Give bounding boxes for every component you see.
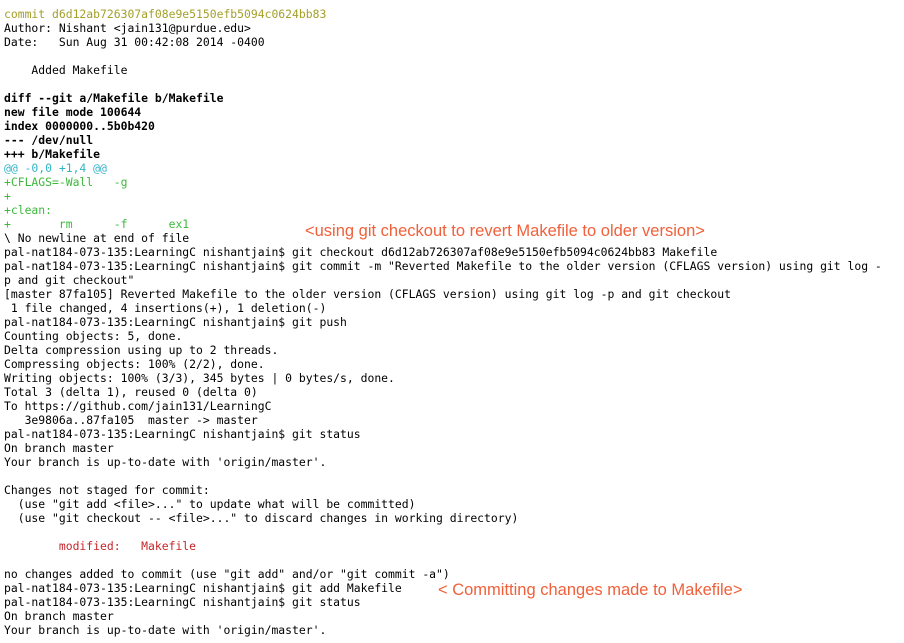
terminal-line: Changes not staged for commit: [4, 483, 210, 497]
terminal-line: [master 87fa105] Reverted Makefile to th… [4, 287, 731, 301]
terminal-line: 1 file changed, 4 insertions(+), 1 delet… [4, 301, 327, 315]
terminal-line: diff --git a/Makefile b/Makefile [4, 91, 224, 105]
terminal-line: Your branch is up-to-date with 'origin/m… [4, 455, 327, 469]
terminal-line: On branch master [4, 609, 114, 623]
terminal-line: (use "git add <file>..." to update what … [4, 497, 416, 511]
terminal-line: Delta compression using up to 2 threads. [4, 343, 279, 357]
terminal-line: modified: Makefile [4, 539, 197, 553]
terminal-window[interactable]: commit d6d12ab726307af08e9e5150efb5094c0… [0, 0, 904, 643]
terminal-line: Date: Sun Aug 31 00:42:08 2014 -0400 [4, 35, 265, 49]
terminal-line: commit d6d12ab726307af08e9e5150efb5094c0… [4, 7, 327, 21]
terminal-line: p and git checkout" [4, 273, 135, 287]
terminal-line: +clean: [4, 203, 53, 217]
terminal-line: Writing objects: 100% (3/3), 345 bytes |… [4, 371, 395, 385]
terminal-line: new file mode 100644 [4, 105, 142, 119]
terminal-line: On branch master [4, 441, 114, 455]
terminal-line: +CFLAGS=-Wall -g [4, 175, 128, 189]
terminal-line: Author: Nishant <jain131@purdue.edu> [4, 21, 251, 35]
terminal-line: pal-nat184-073-135:LearningC nishantjain… [4, 427, 361, 441]
terminal-line: pal-nat184-073-135:LearningC nishantjain… [4, 245, 718, 259]
terminal-line: 3e9806a..87fa105 master -> master [4, 413, 258, 427]
terminal-line: Counting objects: 5, done. [4, 329, 183, 343]
terminal-line: (use "git checkout -- <file>..." to disc… [4, 511, 519, 525]
terminal-line: Your branch is up-to-date with 'origin/m… [4, 623, 327, 637]
terminal-line: To https://github.com/jain131/LearningC [4, 399, 272, 413]
terminal-line: @@ -0,0 +1,4 @@ [4, 161, 107, 175]
terminal-line: +++ b/Makefile [4, 147, 101, 161]
terminal-line: --- /dev/null [4, 133, 94, 147]
terminal-line: Compressing objects: 100% (2/2), done. [4, 357, 265, 371]
terminal-line: pal-nat184-073-135:LearningC nishantjain… [4, 259, 882, 273]
terminal-line: Total 3 (delta 1), reused 0 (delta 0) [4, 385, 258, 399]
annotation-commit-note: < Committing changes made to Makefile> [438, 581, 743, 599]
terminal-line: pal-nat184-073-135:LearningC nishantjain… [4, 315, 347, 329]
terminal-line: no changes added to commit (use "git add… [4, 567, 450, 581]
terminal-line: Added Makefile [4, 63, 128, 77]
terminal-line: index 0000000..5b0b420 [4, 119, 155, 133]
terminal-output: commit d6d12ab726307af08e9e5150efb5094c0… [4, 7, 882, 637]
terminal-line: + [4, 189, 11, 203]
annotation-checkout-note: <using git checkout to revert Makefile t… [305, 222, 705, 240]
